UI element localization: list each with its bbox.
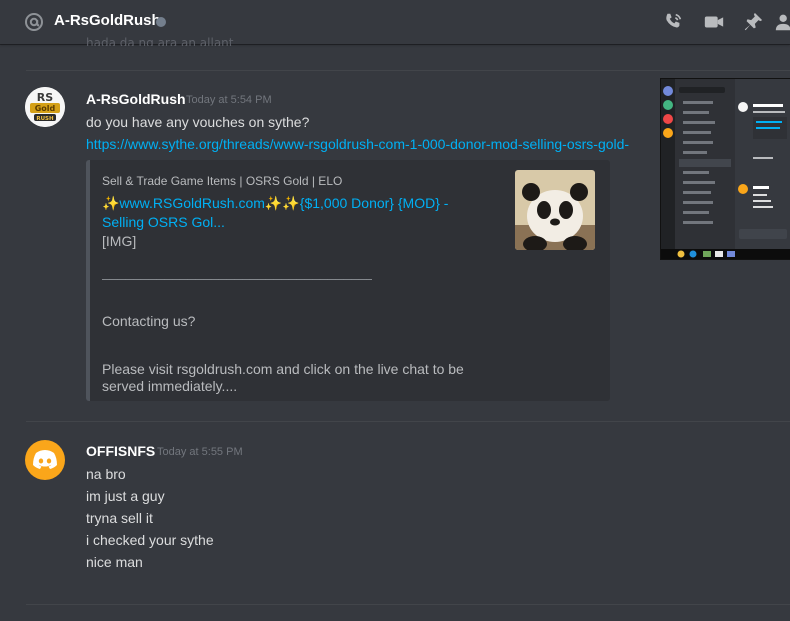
message-line: im just a guy (86, 488, 165, 504)
message-author[interactable]: OFFISNFS (86, 443, 155, 459)
embed-visit: Please visit rsgoldrush.com and click on… (102, 361, 464, 394)
attached-image[interactable] (660, 78, 790, 260)
avatar[interactable]: RS Gold RUSH (25, 87, 65, 127)
message-line: i checked your sythe (86, 532, 214, 548)
avatar[interactable] (25, 440, 65, 480)
channel-title: A-RsGoldRush (54, 12, 161, 29)
video-icon[interactable] (703, 11, 725, 33)
embed-img-tag: [IMG] (102, 233, 137, 249)
status-dot (156, 17, 166, 27)
discord-screenshot-image (661, 79, 790, 259)
message-link[interactable]: https://www.sythe.org/threads/www-rsgold… (86, 136, 660, 152)
message-line: tryna sell it (86, 510, 153, 526)
message-line: nice man (86, 554, 143, 570)
message-timestamp: Today at 5:54 PM (186, 94, 272, 106)
svg-text:Gold: Gold (35, 104, 56, 113)
discord-logo-icon (33, 450, 57, 469)
rsgoldrush-logo-icon: RS Gold RUSH (25, 87, 65, 127)
panda-thumbnail-icon (515, 170, 595, 250)
embed-title[interactable]: ✨www.RSGoldRush.com✨✨{$1,000 Donor} {MOD… (102, 194, 482, 232)
message-divider (26, 70, 790, 71)
message-author[interactable]: A-RsGoldRush (86, 91, 186, 107)
call-icon[interactable] (662, 11, 684, 33)
svg-text:RS: RS (37, 91, 53, 104)
add-friend-icon[interactable] (774, 11, 790, 33)
embed-rule: ________________________________________… (102, 264, 372, 280)
embed-contact: Contacting us? (102, 313, 196, 329)
pin-icon[interactable] (742, 11, 764, 33)
message-divider (26, 604, 790, 605)
message-timestamp: Today at 5:55 PM (157, 446, 243, 458)
embed-thumbnail[interactable] (515, 170, 595, 250)
message-text: do you have any vouches on sythe? (86, 114, 310, 130)
at-icon (25, 13, 43, 31)
faded-message-text: hada da ng ara an allant (86, 36, 234, 46)
message-divider (26, 421, 790, 422)
svg-text:RUSH: RUSH (36, 116, 54, 122)
link-embed: Sell & Trade Game Items | OSRS Gold | EL… (86, 160, 610, 401)
embed-provider[interactable]: Sell & Trade Game Items | OSRS Gold | EL… (102, 174, 342, 188)
message-line: na bro (86, 466, 126, 482)
